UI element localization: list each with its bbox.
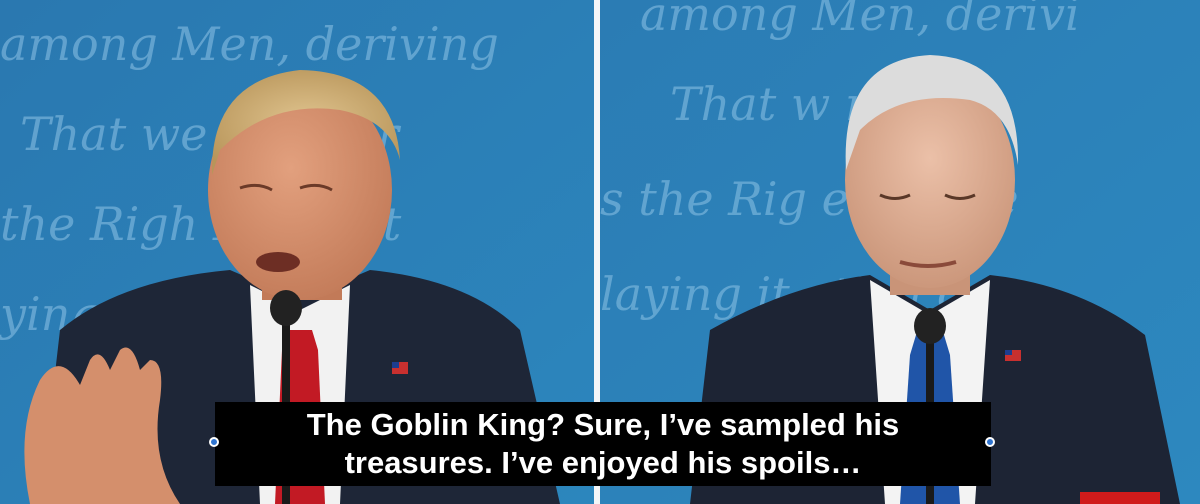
backdrop-script: among Men, deriving: [0, 17, 499, 71]
caption-line-2: treasures. I’ve enjoyed his spoils…: [344, 445, 862, 480]
subtitle-caption: The Goblin King? Sure, I’ve sampled his …: [215, 402, 991, 486]
mouth: [256, 252, 300, 272]
microphone-head: [914, 308, 946, 344]
caption-line-1: The Goblin King? Sure, I’ve sampled his: [306, 407, 900, 442]
broadcast-corner-bar: [1080, 492, 1160, 504]
caption-resize-handle-right[interactable]: [985, 437, 995, 447]
backdrop-script: among Men, derivi: [640, 0, 1080, 41]
video-frame: among Men, deriving That we any For the …: [0, 0, 1200, 504]
raised-hand: [24, 347, 180, 504]
microphone-head: [270, 290, 302, 326]
caption-resize-handle-left[interactable]: [209, 437, 219, 447]
